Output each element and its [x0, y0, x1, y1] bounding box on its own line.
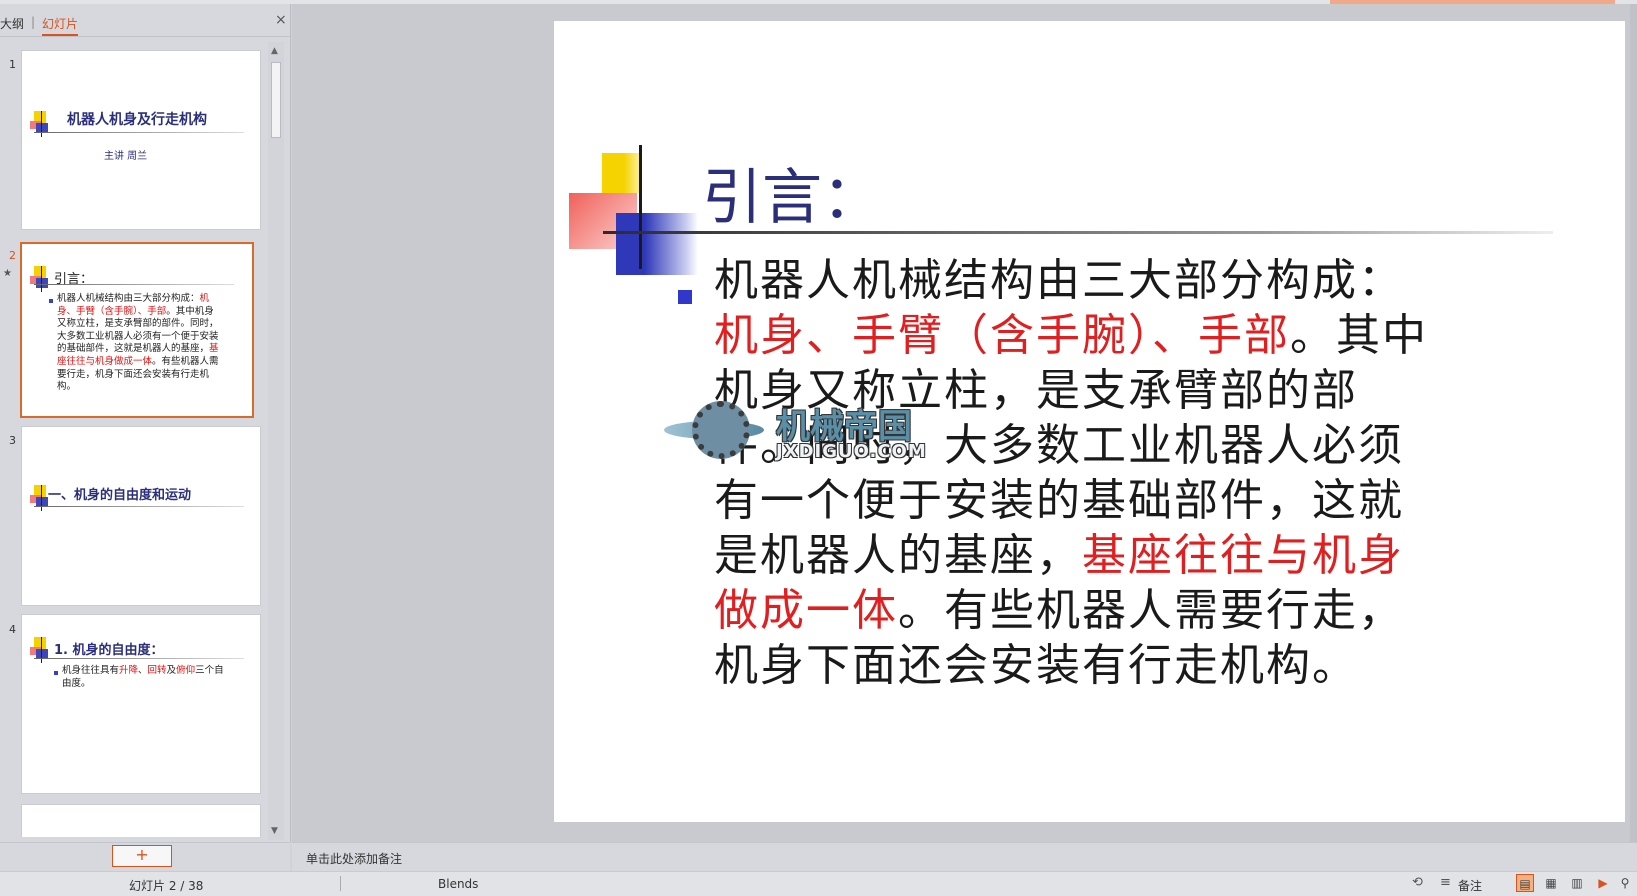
thumb-title: 机器人机身及行走机构 — [67, 112, 207, 128]
title-decoration-icon — [30, 111, 50, 139]
thumb-body: 机身往往具有升降、回转及俯仰三个自由度。 — [62, 665, 224, 689]
tab-outline[interactable]: 大纲 — [0, 15, 24, 32]
slide-body-text[interactable]: 机器人机械结构由三大部分构成：机身、手臂（含手腕）、手部。其中机身又称立柱，是支… — [714, 253, 1434, 693]
deco-vertical-line — [639, 145, 642, 269]
slide-counter: 幻灯片 2 / 38 — [129, 879, 204, 893]
deco-blue-square — [616, 213, 698, 275]
thumb-title: 引言： — [54, 272, 94, 287]
slide-thumbnail-2[interactable]: 引言： 机器人机械结构由三大部分构成：机身、手臂（含手腕）、手部。其中机身又称立… — [20, 242, 254, 418]
slide-panel: 大纲 | 幻灯片 × 1 机器人机身及行走机构 主讲 周兰 2 ★ 引言： 机器… — [0, 4, 291, 842]
slide-thumbnail-3[interactable]: 一、机身的自由度和运动 — [21, 426, 261, 606]
thumbnail-scrollbar[interactable]: ▲ ▼ — [268, 42, 284, 840]
normal-view-button[interactable]: ▤ — [1516, 874, 1534, 892]
title-decoration-icon — [30, 637, 50, 665]
animation-star-icon: ★ — [3, 268, 12, 279]
slide-thumbnail-5[interactable] — [21, 804, 261, 837]
status-divider — [340, 876, 341, 891]
slide-number: 3 — [9, 434, 16, 447]
bullet-icon — [678, 290, 692, 304]
tab-separator: | — [31, 15, 36, 29]
scroll-thumb[interactable] — [271, 62, 281, 138]
title-underline — [34, 658, 244, 659]
thumb-title: 1. 机身的自由度： — [54, 643, 164, 658]
status-bar: 幻灯片 2 / 38 Blends ⟲ ≡ 备注 ▤ ▦ ▥ ▶ ⚲ — [0, 871, 1637, 896]
slide-number: 1 — [9, 58, 16, 71]
title-underline — [34, 506, 244, 507]
panel-tabs: 大纲 | 幻灯片 × — [0, 4, 290, 37]
right-edge — [1630, 4, 1637, 842]
title-decoration-icon — [30, 485, 50, 513]
thumb-subtitle: 主讲 周兰 — [104, 151, 148, 162]
gear-icon — [692, 401, 750, 459]
scroll-up-icon[interactable]: ▲ — [271, 46, 278, 56]
reading-view-button[interactable]: ▥ — [1568, 874, 1586, 892]
notes-pane[interactable]: 单击此处添加备注 — [292, 842, 1637, 871]
slide-number: 4 — [9, 623, 16, 636]
history-icon[interactable]: ⟲ — [1412, 875, 1423, 890]
slideshow-button[interactable]: ▶ — [1594, 874, 1612, 892]
add-slide-area: + — [0, 842, 290, 871]
watermark-logo: 机械帝国 JXDIGUO.COM — [664, 399, 954, 469]
notes-icon[interactable]: ≡ — [1440, 875, 1451, 890]
notes-toggle[interactable]: 备注 — [1458, 877, 1482, 894]
title-decoration-icon — [30, 266, 50, 294]
slide-thumbnail-1[interactable]: 机器人机身及行走机构 主讲 周兰 — [21, 50, 261, 230]
slide-editor: 引言： 机器人机械结构由三大部分构成：机身、手臂（含手腕）、手部。其中机身又称立… — [292, 4, 1637, 842]
slide-thumbnail-4[interactable]: 1. 机身的自由度： 机身往往具有升降、回转及俯仰三个自由度。 — [21, 614, 261, 794]
thumbnail-list: 1 机器人机身及行走机构 主讲 周兰 2 ★ 引言： 机器人机械结构由三大部分构… — [0, 42, 268, 837]
tab-slides[interactable]: 幻灯片 — [42, 15, 79, 36]
slide-number: 2 — [9, 249, 16, 262]
thumb-title: 一、机身的自由度和运动 — [48, 488, 192, 503]
bullet-icon — [49, 299, 53, 303]
bullet-icon — [54, 671, 58, 675]
close-icon[interactable]: × — [275, 12, 287, 28]
deco-yellow-square — [602, 153, 642, 193]
thumb-body: 机器人机械结构由三大部分构成：机身、手臂（含手腕）、手部。其中机身又称立柱，是支… — [57, 293, 219, 393]
current-slide[interactable]: 引言： 机器人机械结构由三大部分构成：机身、手臂（含手腕）、手部。其中机身又称立… — [554, 21, 1625, 822]
zoom-icon[interactable]: ⚲ — [1616, 874, 1634, 892]
title-underline — [34, 132, 244, 133]
slide-sorter-view-button[interactable]: ▦ — [1542, 874, 1560, 892]
watermark-url: JXDIGUO.COM — [776, 441, 927, 462]
theme-name: Blends — [438, 877, 479, 891]
notes-placeholder[interactable]: 单击此处添加备注 — [306, 850, 402, 867]
slide-title[interactable]: 引言： — [702, 149, 882, 236]
scroll-down-icon[interactable]: ▼ — [271, 826, 278, 836]
add-slide-button[interactable]: + — [112, 845, 172, 867]
